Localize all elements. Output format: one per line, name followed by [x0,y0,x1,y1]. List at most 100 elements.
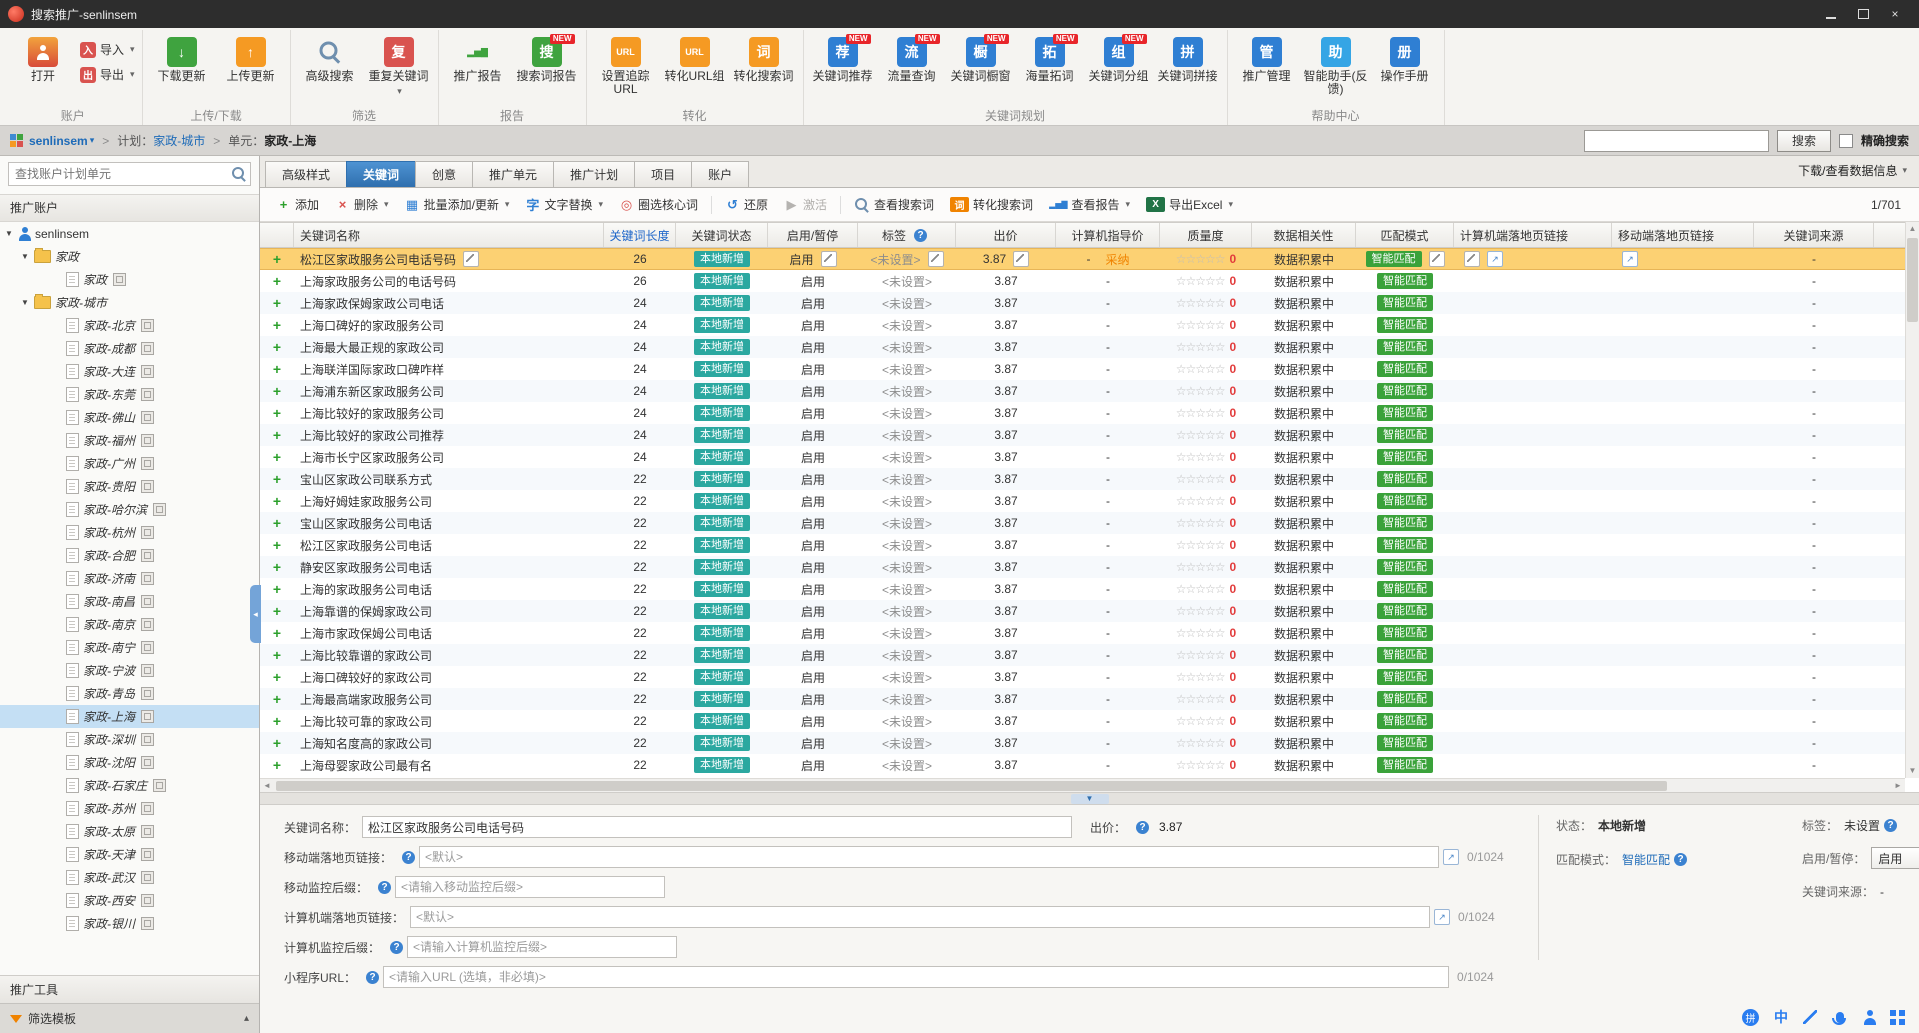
keyword-showcase-button[interactable]: 橱NEW关键词橱窗 [947,33,1015,87]
table-row[interactable]: +上海母婴家政公司最有名22本地新增启用<未设置>3.87-☆☆☆☆☆0数据积累… [260,754,1905,776]
duplicate-keyword-button[interactable]: 复重复关键词▾ [365,33,433,101]
breadcrumb-account[interactable]: senlinsem [29,134,88,148]
column-header[interactable]: 出价 [956,223,1056,247]
tree-item-plan[interactable]: 家政-宁波 [0,659,259,682]
ime-pinyin-icon[interactable]: 拼 [1742,1009,1759,1026]
add-keyword-icon[interactable]: + [273,670,281,684]
import-button[interactable]: 入 导入 ▾ [80,41,135,58]
tab-项目[interactable]: 项目 [634,161,692,187]
sidebar-filter-template-bar[interactable]: 筛选模板 ▴ [0,1003,259,1033]
tree-item-plan[interactable]: 家政-成都 [0,337,259,360]
table-header[interactable]: 关键词名称关键词长度关键词状态启用/暂停标签?出价计算机指导价质量度数据相关性匹… [260,222,1905,248]
dropdown-caret-icon[interactable]: ▾ [90,135,95,146]
keyword-splicing-button[interactable]: 拼关键词拼接 [1154,33,1222,87]
help-icon[interactable]: ? [1884,819,1897,832]
adopt-price-button[interactable]: 采纳 [1105,251,1129,268]
set-tracking-url-button[interactable]: URL设置追踪URL [592,33,660,100]
edit-icon[interactable] [928,251,944,267]
table-row[interactable]: +上海浦东新区家政服务公司24本地新增启用<未设置>3.87-☆☆☆☆☆0数据积… [260,380,1905,402]
help-icon[interactable]: ? [1136,821,1149,834]
table-row[interactable]: +上海家政服务公司的电话号码26本地新增启用<未设置>3.87-☆☆☆☆☆0数据… [260,270,1905,292]
keyword-recommend-button[interactable]: 荐NEW关键词推荐 [809,33,877,87]
delete-button[interactable]: ×删除▾ [327,193,397,216]
add-keyword-icon[interactable]: + [273,318,281,332]
table-row[interactable]: +上海市长宁区家政服务公司24本地新增启用<未设置>3.87-☆☆☆☆☆0数据积… [260,446,1905,468]
open-account-button[interactable]: 打开 [9,33,77,87]
tree-item-plan[interactable]: 家政-合肥 [0,544,259,567]
sidebar-tools-bar[interactable]: 推广工具 [0,975,259,1003]
restore-button[interactable]: ↺还原 [717,193,776,216]
tree-item-plan[interactable]: 家政-大连 [0,360,259,383]
edit-icon[interactable] [1013,251,1029,267]
tree-group[interactable]: ▼家政-城市 [0,291,259,314]
promotion-report-button[interactable]: ▂▅▇推广报告 [444,33,512,87]
tab-推广单元[interactable]: 推广单元 [472,161,554,187]
help-icon[interactable]: ? [1674,853,1687,866]
exact-search-checkbox[interactable] [1839,134,1853,148]
ime-menu-icon[interactable] [1890,1010,1905,1025]
add-keyword-icon[interactable]: + [273,340,281,354]
advanced-search-button[interactable]: 高级搜索 [296,33,364,87]
account-tree-search-input[interactable] [8,162,251,186]
column-header[interactable]: 数据相关性 [1252,223,1356,247]
upload-update-button[interactable]: ↑上传更新 [217,33,285,87]
tree-item-plan[interactable]: 家政-苏州 [0,797,259,820]
tree-item-plan[interactable]: 家政-石家庄 [0,774,259,797]
table-row[interactable]: +松江区家政服务公司电话号码26本地新增启用<未设置>3.87-采纳☆☆☆☆☆0… [260,248,1905,270]
help-icon[interactable]: ? [914,229,927,242]
add-button[interactable]: +添加 [268,193,327,216]
breadcrumb-plan[interactable]: 家政-城市 [153,132,205,149]
vertical-scrollbar[interactable]: ▲ ▼ [1905,222,1919,778]
add-keyword-icon[interactable]: + [273,362,281,376]
table-row[interactable]: +上海家政保姆家政公司电话24本地新增启用<未设置>3.87-☆☆☆☆☆0数据积… [260,292,1905,314]
conversion-search-terms-button[interactable]: 词转化搜索词 [942,193,1041,216]
tree-item-plan[interactable]: 家政-西安 [0,889,259,912]
keyword-name-input[interactable] [362,816,1072,838]
promotion-manage-button[interactable]: 管推广管理 [1233,33,1301,87]
tree-item-plan[interactable]: 家政-杭州 [0,521,259,544]
close-button[interactable]: × [1879,2,1911,26]
scroll-right-icon[interactable]: ► [1891,781,1905,790]
column-header[interactable]: 关键词名称 [294,223,604,247]
column-header[interactable]: 计算机指导价 [1056,223,1160,247]
expand-arrow-icon[interactable]: ▼ [20,252,30,261]
miniapp-url-input[interactable] [383,966,1449,988]
table-row[interactable]: +上海靠谱的保姆家政公司22本地新增启用<未设置>3.87-☆☆☆☆☆0数据积累… [260,600,1905,622]
open-link-icon[interactable]: ↗ [1434,909,1450,925]
add-keyword-icon[interactable]: + [273,274,281,288]
text-replace-button[interactable]: 字文字替换▾ [517,193,611,216]
smart-assistant-button[interactable]: 助智能助手(反馈) [1302,33,1370,100]
table-row[interactable]: +上海最大最正规的家政公司24本地新增启用<未设置>3.87-☆☆☆☆☆0数据积… [260,336,1905,358]
add-keyword-icon[interactable]: + [273,648,281,662]
tree-item-plan[interactable]: 家政-济南 [0,567,259,590]
column-header[interactable]: 质量度 [1160,223,1252,247]
pc-landing-input[interactable] [410,906,1430,928]
enable-pause-select[interactable]: 启用 ▾ [1871,847,1919,869]
table-row[interactable]: +上海口碑较好的家政公司22本地新增启用<未设置>3.87-☆☆☆☆☆0数据积累… [260,666,1905,688]
view-report-button[interactable]: ▂▅▇查看报告▾ [1041,193,1138,216]
mobile-landing-input[interactable] [419,846,1439,868]
tree-item-plan[interactable]: 家政-上海 [0,705,259,728]
tree-item-plan[interactable]: 家政-佛山 [0,406,259,429]
add-keyword-icon[interactable]: + [273,472,281,486]
add-keyword-icon[interactable]: + [273,494,281,508]
column-header[interactable]: 关键词状态 [676,223,768,247]
table-row[interactable]: +上海好姆娃家政服务公司22本地新增启用<未设置>3.87-☆☆☆☆☆0数据积累… [260,490,1905,512]
tree-item-plan[interactable]: 家政-青岛 [0,682,259,705]
column-header[interactable]: 关键词长度 [604,223,676,247]
edit-icon[interactable] [463,251,479,267]
collapse-panel-button[interactable]: ▼ [1071,794,1109,804]
open-link-icon[interactable]: ↗ [1443,849,1459,865]
add-keyword-icon[interactable]: + [273,538,281,552]
scrollbar-thumb[interactable] [276,781,1667,791]
search-button[interactable]: 搜索 [1777,130,1831,152]
tree-item-plan[interactable]: 家政-太原 [0,820,259,843]
download-view-data-link[interactable]: 下载/查看数据信息 ▾ [1798,162,1919,187]
add-keyword-icon[interactable]: + [273,406,281,420]
tab-创意[interactable]: 创意 [415,161,473,187]
table-row[interactable]: +上海比较可靠的家政公司22本地新增启用<未设置>3.87-☆☆☆☆☆0数据积累… [260,710,1905,732]
tree-item-account[interactable]: ▼senlinsem [0,222,259,245]
mass-expand-words-button[interactable]: 拓NEW海量拓词 [1016,33,1084,87]
table-row[interactable]: +上海口碑好的家政服务公司24本地新增启用<未设置>3.87-☆☆☆☆☆0数据积… [260,314,1905,336]
add-keyword-icon[interactable]: + [273,384,281,398]
